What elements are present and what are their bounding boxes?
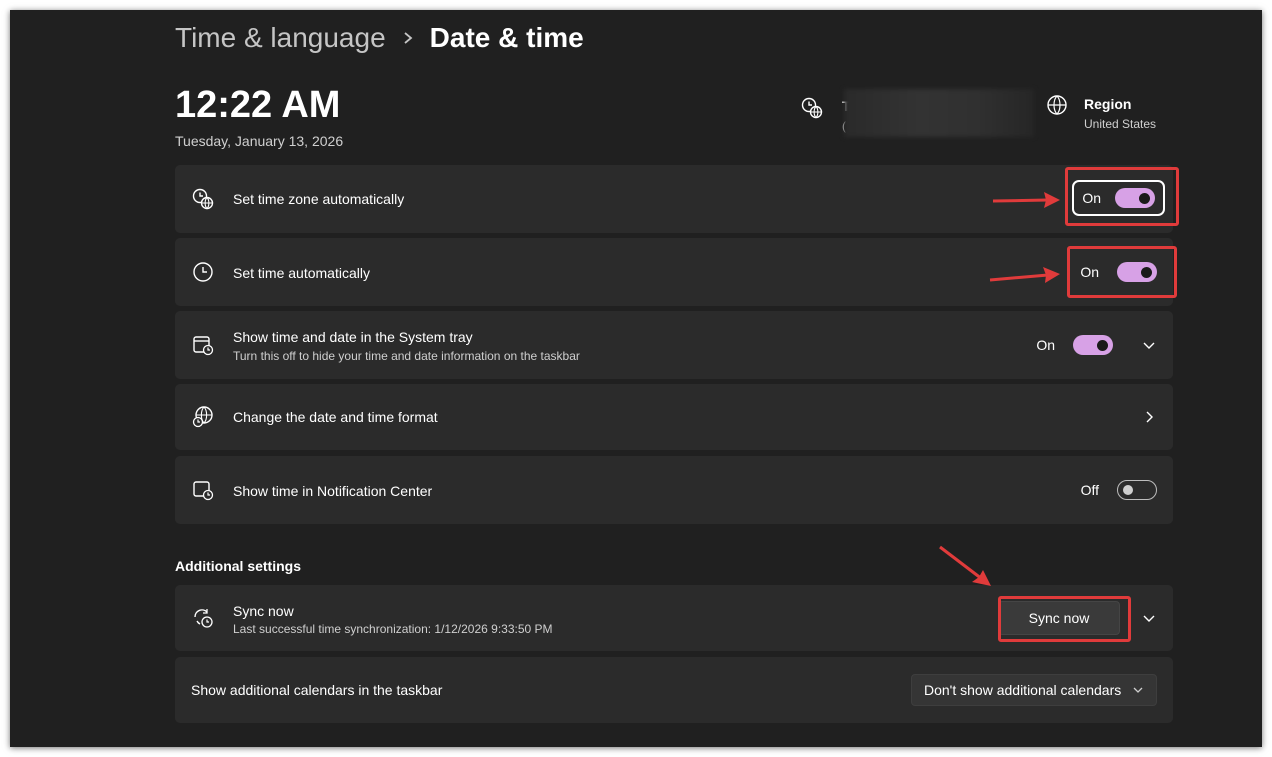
- settings-window: Time & language Date & time 12:22 AM Tue…: [10, 10, 1262, 747]
- annotation-arrow-icon: [992, 192, 1060, 208]
- annotation-arrow-icon: [989, 267, 1060, 283]
- annotation-arrow-icon: [939, 545, 991, 586]
- annotation-arrows: [939, 192, 1060, 586]
